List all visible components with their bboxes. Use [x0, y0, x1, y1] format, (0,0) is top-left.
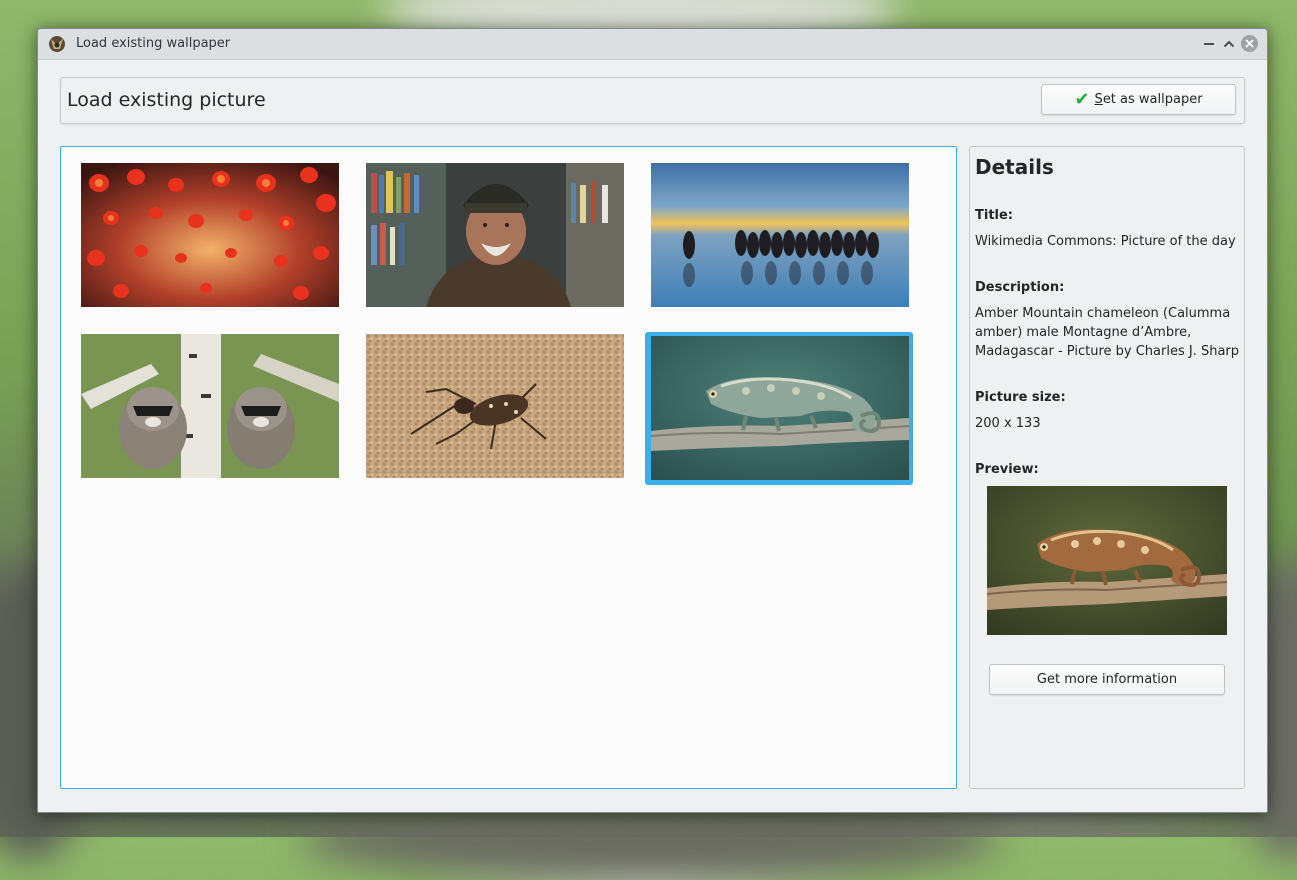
minimize-icon[interactable] [1201, 36, 1217, 52]
thumbnail-lanterns[interactable] [81, 163, 339, 307]
thumbnail-chameleon[interactable] [651, 336, 909, 480]
header-bar: Load existing picture ✔ Set as wallpaper [60, 77, 1245, 124]
checkmark-icon: ✔ [1074, 88, 1090, 110]
picture-size-label: Picture size: [975, 390, 1066, 405]
thumbnail-man[interactable] [366, 163, 624, 307]
get-more-information-button[interactable]: Get more information [989, 664, 1225, 695]
set-as-wallpaper-button[interactable]: ✔ Set as wallpaper [1041, 84, 1236, 115]
details-heading: Details [975, 155, 1054, 179]
thumbnail-raccoons[interactable] [81, 334, 339, 478]
title-value: Wikimedia Commons: Picture of the day [975, 234, 1236, 249]
set-as-wallpaper-label: Set as wallpaper [1094, 92, 1203, 107]
dialog-content: Load existing picture ✔ Set as wallpaper [43, 60, 1261, 807]
thumbnail-penguins[interactable] [651, 163, 909, 307]
app-icon [48, 35, 66, 53]
preview-image [987, 486, 1227, 635]
thumbnail-beetle[interactable] [366, 334, 624, 478]
title-bar[interactable]: Load existing wallpaper [38, 29, 1267, 60]
picture-size-value: 200 x 133 [975, 416, 1041, 431]
preview-label: Preview: [975, 462, 1039, 477]
picture-grid[interactable] [60, 146, 957, 789]
load-wallpaper-window: Load existing wallpaper Load existing pi… [37, 28, 1268, 813]
details-panel: Details Title: Wikimedia Commons: Pictur… [969, 146, 1245, 789]
description-value: Amber Mountain chameleon (Calumma amber)… [975, 306, 1240, 359]
title-label: Title: [975, 208, 1014, 223]
description-label: Description: [975, 280, 1065, 295]
window-title: Load existing wallpaper [76, 36, 231, 51]
maximize-icon[interactable] [1221, 36, 1237, 52]
page-title: Load existing picture [67, 89, 266, 111]
close-icon[interactable] [1241, 35, 1258, 52]
